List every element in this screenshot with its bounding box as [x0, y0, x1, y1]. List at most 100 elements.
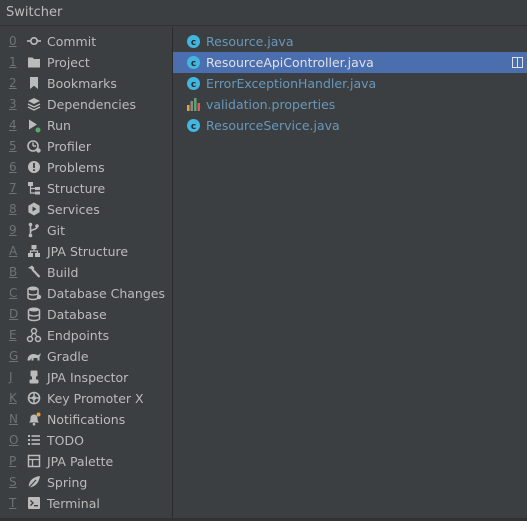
recent-file-item[interactable]: c Resource.java: [173, 31, 527, 52]
svg-text:c: c: [191, 38, 196, 48]
file-name: ErrorExceptionHandler.java: [206, 76, 377, 91]
mnemonic: N: [9, 412, 18, 426]
mnemonic: B: [9, 265, 18, 279]
recent-file-item-selected[interactable]: c ResourceApiController.java: [173, 52, 527, 73]
toolwindow-item-endpoints[interactable]: E Endpoints: [0, 325, 172, 346]
switcher-title: Switcher: [0, 0, 527, 26]
toolwindow-label: Database Changes: [47, 286, 165, 301]
toolwindow-list: 0 Commit 1 Project 2 Bookmarks 3 Depende…: [0, 27, 173, 519]
endpoints-icon: [26, 326, 42, 344]
mnemonic: 1: [9, 55, 17, 69]
toolwindow-item-todo[interactable]: O TODO: [0, 430, 172, 451]
run-icon: [26, 116, 42, 134]
toolwindow-item-services[interactable]: 8 Services: [0, 199, 172, 220]
jpa-inspector-icon: [26, 368, 42, 386]
jpa-palette-icon: [26, 452, 42, 470]
java-class-icon: c: [186, 76, 201, 91]
toolwindow-label: Notifications: [47, 412, 126, 427]
toolwindow-item-jpa-inspector[interactable]: J JPA Inspector: [0, 367, 172, 388]
toolwindow-item-database-changes[interactable]: C Database Changes: [0, 283, 172, 304]
mnemonic: 2: [9, 76, 17, 90]
toolwindow-item-spring[interactable]: S Spring: [0, 472, 172, 493]
mnemonic: E: [9, 328, 17, 342]
toolwindow-label: Gradle: [47, 349, 89, 364]
toolwindow-item-structure[interactable]: 7 Structure: [0, 178, 172, 199]
toolwindow-item-gradle[interactable]: G Gradle: [0, 346, 172, 367]
toolwindow-label: Build: [47, 265, 79, 280]
git-branch-icon: [26, 221, 42, 239]
svg-text:c: c: [191, 59, 196, 69]
toolwindow-label: Key Promoter X: [47, 391, 144, 406]
toolwindow-item-git[interactable]: 9 Git: [0, 220, 172, 241]
toolwindow-item-jpa-structure[interactable]: A JPA Structure: [0, 241, 172, 262]
toolwindow-label: Run: [47, 118, 71, 133]
recent-file-item[interactable]: validation.properties: [173, 94, 527, 115]
todo-list-icon: [26, 431, 42, 449]
file-name: validation.properties: [206, 97, 336, 112]
toolwindow-item-terminal[interactable]: T Terminal: [0, 493, 172, 514]
recent-file-item[interactable]: c ErrorExceptionHandler.java: [173, 73, 527, 94]
toolwindow-label: TODO: [47, 433, 84, 448]
toolwindow-label: Database: [47, 307, 107, 322]
recent-files-list: c Resource.java c ResourceApiController.…: [173, 27, 527, 519]
mnemonic: G: [9, 349, 19, 363]
toolwindow-item-build[interactable]: B Build: [0, 262, 172, 283]
svg-text:c: c: [191, 80, 196, 90]
mnemonic: 4: [9, 118, 17, 132]
toolwindow-label: Commit: [47, 34, 97, 49]
mnemonic: S: [9, 475, 17, 489]
toolwindow-item-database[interactable]: D Database: [0, 304, 172, 325]
file-name: ResourceApiController.java: [206, 55, 374, 70]
toolwindow-label: Git: [47, 223, 66, 238]
mnemonic: K: [9, 391, 17, 405]
bookmark-icon: [26, 74, 42, 92]
toolwindow-label: Bookmarks: [47, 76, 117, 91]
gradle-icon: [26, 347, 42, 365]
java-class-icon: c: [186, 118, 201, 133]
layers-icon: [26, 95, 42, 113]
recent-file-item[interactable]: c ResourceService.java: [173, 115, 527, 136]
folder-icon: [26, 53, 42, 71]
mnemonic: J: [9, 370, 13, 384]
toolwindow-label: Profiler: [47, 139, 92, 154]
mnemonic: D: [9, 307, 19, 321]
open-in-split-icon[interactable]: [512, 57, 523, 68]
problems-icon: [26, 158, 42, 176]
mnemonic: O: [9, 433, 19, 447]
toolwindow-item-project[interactable]: 1 Project: [0, 52, 172, 73]
toolwindow-label: Spring: [47, 475, 88, 490]
mnemonic: 6: [9, 160, 17, 174]
java-class-icon: c: [186, 34, 201, 49]
toolwindow-label: Structure: [47, 181, 106, 196]
mnemonic: 8: [9, 202, 17, 216]
file-name: ResourceService.java: [206, 118, 340, 133]
bell-icon: [26, 410, 42, 428]
key-promoter-icon: [26, 389, 42, 407]
toolwindow-label: JPA Inspector: [47, 370, 129, 385]
toolwindow-item-notifications[interactable]: N Notifications: [0, 409, 172, 430]
toolwindow-item-run[interactable]: 4 Run: [0, 115, 172, 136]
hammer-icon: [26, 263, 42, 281]
file-name: Resource.java: [206, 34, 294, 49]
svg-text:c: c: [191, 122, 196, 132]
toolwindow-label: Dependencies: [47, 97, 136, 112]
commit-icon: [26, 32, 42, 50]
toolwindow-label: Services: [47, 202, 100, 217]
toolwindow-item-key-promoter-x[interactable]: K Key Promoter X: [0, 388, 172, 409]
structure-icon: [26, 179, 42, 197]
toolwindow-label: Terminal: [47, 496, 100, 511]
java-class-icon: c: [186, 55, 201, 70]
toolwindow-item-problems[interactable]: 6 Problems: [0, 157, 172, 178]
profiler-icon: [26, 137, 42, 155]
toolwindow-label: JPA Structure: [47, 244, 129, 259]
mnemonic: T: [9, 496, 17, 510]
toolwindow-item-jpa-palette[interactable]: P JPA Palette: [0, 451, 172, 472]
toolwindow-item-profiler[interactable]: 5 Profiler: [0, 136, 172, 157]
toolwindow-label: Endpoints: [47, 328, 110, 343]
database-changes-icon: [26, 284, 42, 302]
database-icon: [26, 305, 42, 323]
mnemonic: 9: [9, 223, 17, 237]
toolwindow-item-commit[interactable]: 0 Commit: [0, 31, 172, 52]
toolwindow-item-bookmarks[interactable]: 2 Bookmarks: [0, 73, 172, 94]
toolwindow-item-dependencies[interactable]: 3 Dependencies: [0, 94, 172, 115]
